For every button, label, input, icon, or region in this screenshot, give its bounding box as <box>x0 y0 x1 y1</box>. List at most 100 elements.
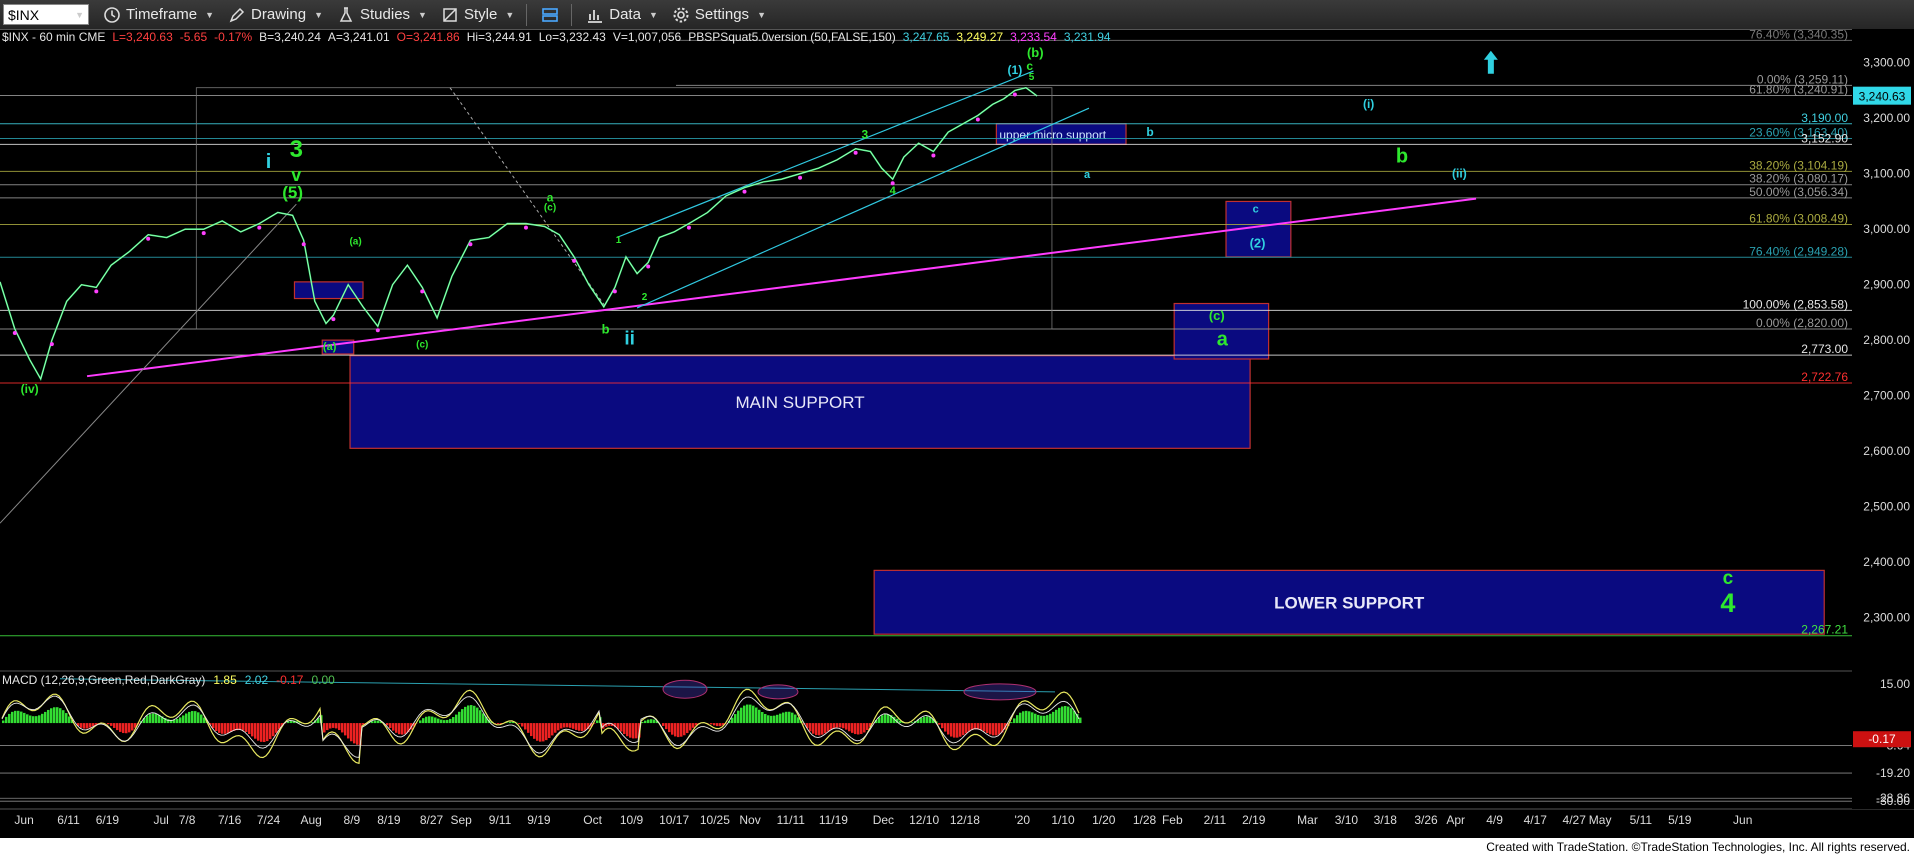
macd-histogram-bar <box>119 723 122 732</box>
macd-histogram-bar <box>776 714 779 724</box>
level-label: 3,190.00 <box>1801 111 1848 125</box>
macd-histogram-bar <box>746 704 749 724</box>
macd-histogram-bar <box>467 705 470 724</box>
macd-histogram-bar <box>20 711 23 724</box>
macd-histogram-bar <box>884 714 887 724</box>
macd-histogram-bar <box>767 715 770 724</box>
macd-histogram-bar <box>506 722 509 724</box>
macd-divergence-line <box>59 678 1056 693</box>
macd-histogram-bar <box>683 723 686 736</box>
macd-histogram-bar <box>452 717 455 724</box>
macd-histogram-bar <box>518 723 521 725</box>
macd-histogram-bar <box>719 723 722 727</box>
wave-label: i <box>266 151 272 173</box>
macd-histogram-bar <box>1049 713 1052 724</box>
macd-histogram-bar <box>710 723 713 725</box>
toolbar-divider <box>571 3 573 26</box>
macd-histogram-bar <box>824 723 827 734</box>
macd-divergence-ellipse <box>757 684 799 700</box>
macd-header-text: 1.85 <box>213 673 237 687</box>
price-chart[interactable]: MAIN SUPPORT LOWER SUPPORT upper micro sup… <box>0 29 1914 838</box>
wave-label: a <box>1084 169 1091 181</box>
macd-histogram-bar <box>521 723 524 727</box>
support-zones: MAIN SUPPORT LOWER SUPPORT upper micro sup… <box>293 123 1825 635</box>
macd-histogram-bar <box>1028 711 1031 724</box>
macd-histogram-bar <box>47 709 50 724</box>
settings-label: Settings <box>694 6 750 23</box>
settings-button[interactable]: Settings ▼ <box>672 6 766 24</box>
indicator-dot <box>468 242 473 247</box>
macd-histogram-bar <box>113 723 116 728</box>
macd-histogram-bar <box>269 723 272 740</box>
macd-histogram-bar <box>1037 714 1040 724</box>
macd-histogram-bar <box>1019 712 1022 724</box>
macd-histogram-bar <box>242 723 245 731</box>
macd-histogram-bar <box>149 714 152 724</box>
macd-histogram-bar <box>497 723 500 725</box>
data-button[interactable]: Data ▼ <box>586 6 658 24</box>
macd-histogram-bar <box>41 713 44 724</box>
macd-histogram-bar <box>191 711 194 724</box>
indicator-dot <box>301 242 306 247</box>
macd-tick-label: -30.00 <box>1876 794 1910 808</box>
time-tick-label: 9/19 <box>527 813 551 827</box>
layout-icon <box>542 7 559 22</box>
time-tick-label: 11/11 <box>777 813 806 827</box>
macd-histogram-bar <box>986 723 989 733</box>
style-button[interactable]: Style ▼ <box>441 6 514 24</box>
studies-button[interactable]: Studies ▼ <box>337 6 427 24</box>
macd-histogram-bar <box>323 723 326 733</box>
time-tick-label: Jun <box>14 813 33 827</box>
macd-histogram-bar <box>1079 717 1082 724</box>
layout-button[interactable] <box>541 6 559 24</box>
macd-histogram-bar <box>1046 715 1049 724</box>
macd-histogram-bar <box>689 723 692 731</box>
style-label: Style <box>463 6 498 23</box>
time-tick-label: 5/11 <box>1630 813 1653 827</box>
time-tick-label: 3/18 <box>1374 813 1398 827</box>
indicator-dot <box>201 231 206 236</box>
macd-histogram-bar <box>680 723 683 737</box>
macd-histogram-bar <box>1055 709 1058 724</box>
macd-histogram-bar <box>818 723 821 736</box>
level-label: 61.80% (3,240.91) <box>1749 83 1848 97</box>
macd-histogram-bar <box>665 723 668 730</box>
macd-histogram-bar <box>89 723 92 728</box>
macd-histogram-bar <box>941 723 944 729</box>
macd-histogram-bar <box>14 710 17 724</box>
macd-histogram-bar <box>107 723 110 725</box>
level-label: 3,152.90 <box>1801 131 1848 145</box>
channel-upper-line <box>616 70 1034 239</box>
drawing-button[interactable]: Drawing ▼ <box>228 6 323 24</box>
macd-histogram-bar <box>788 711 791 724</box>
macd-histogram-bar <box>1025 710 1028 724</box>
macd-histogram-bar <box>29 715 32 724</box>
symbol-selector[interactable]: $INX ▼ <box>3 4 89 25</box>
chevron-down-icon: ▼ <box>505 9 515 20</box>
macd-histogram-bar <box>356 723 359 745</box>
macd-histogram-bar <box>842 723 845 729</box>
macd-histogram-bar <box>122 723 125 734</box>
macd-histogram-bar <box>404 723 407 734</box>
macd-histogram-bar <box>326 723 329 731</box>
macd-histogram-bar <box>23 712 26 724</box>
macd-histogram-bar <box>272 723 275 737</box>
price-tick-label: 2,900.00 <box>1863 278 1910 292</box>
macd-histogram-bar <box>392 723 395 731</box>
macd-histogram-bar <box>536 723 539 741</box>
macd-histogram-bar <box>50 708 53 724</box>
macd-histogram-bar <box>578 723 581 731</box>
macd-histogram-bar <box>35 716 38 724</box>
price-tick-label: 3,000.00 <box>1863 222 1910 236</box>
macd-histogram-bar <box>254 723 257 739</box>
macd-histogram-bar <box>557 723 560 731</box>
macd-histogram-bar <box>212 723 215 729</box>
axis-background <box>1852 29 1914 809</box>
indicator-dot <box>742 189 747 194</box>
timeframe-button[interactable]: Timeframe ▼ <box>103 6 214 24</box>
wave-label: 3 <box>862 128 869 142</box>
macd-histogram-bar <box>68 716 71 724</box>
quote-text: $INX - 60 min CME <box>2 30 105 44</box>
macd-histogram-bar <box>980 723 983 731</box>
time-tick-label: 2/11 <box>1204 813 1227 827</box>
